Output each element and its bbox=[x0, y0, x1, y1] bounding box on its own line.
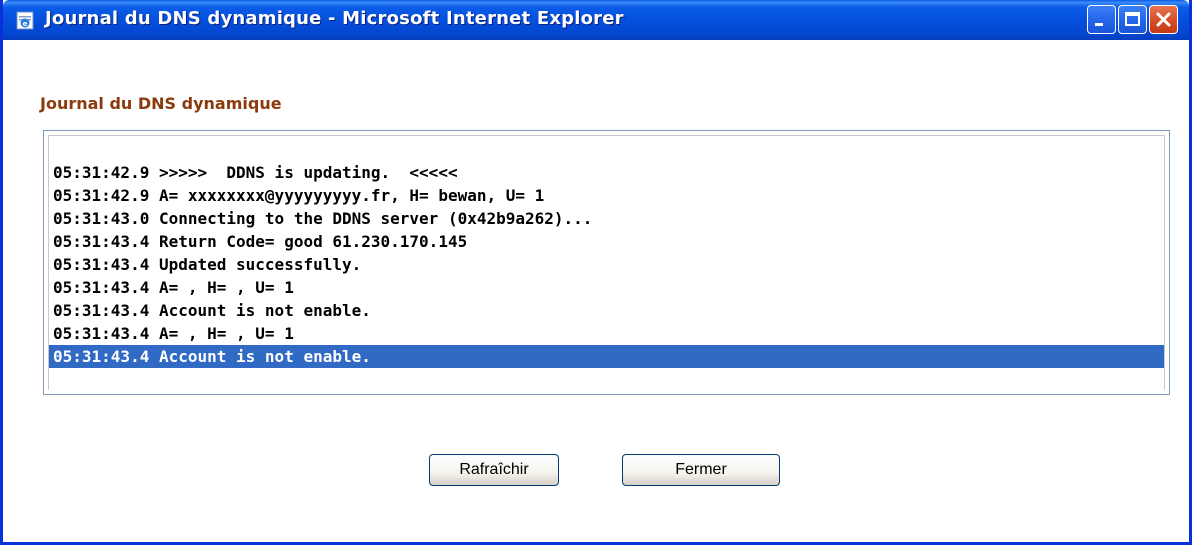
window-title: Journal du DNS dynamique - Microsoft Int… bbox=[45, 8, 624, 29]
ie-page-icon: e bbox=[14, 9, 36, 31]
refresh-button[interactable]: Rafraîchir bbox=[429, 454, 559, 486]
log-line[interactable]: 05:31:43.4 Account is not enable. bbox=[49, 345, 1164, 368]
log-list[interactable]: 05:31:42.9 >>>>> DDNS is updating. <<<<<… bbox=[49, 161, 1164, 368]
title-bar[interactable]: e Journal du DNS dynamique - Microsoft I… bbox=[3, 0, 1189, 40]
svg-text:e: e bbox=[23, 20, 28, 28]
browser-window: e Journal du DNS dynamique - Microsoft I… bbox=[0, 0, 1192, 545]
log-line[interactable]: 05:31:43.4 Return Code= good 61.230.170.… bbox=[49, 230, 1164, 253]
page-title: Journal du DNS dynamique bbox=[40, 94, 282, 113]
log-line[interactable]: 05:31:43.4 Account is not enable. bbox=[49, 299, 1164, 322]
log-line[interactable]: 05:31:43.0 Connecting to the DDNS server… bbox=[49, 207, 1164, 230]
log-line[interactable]: 05:31:43.4 Updated successfully. bbox=[49, 253, 1164, 276]
log-frame: 05:31:42.9 >>>>> DDNS is updating. <<<<<… bbox=[48, 135, 1165, 390]
log-line[interactable]: 05:31:42.9 >>>>> DDNS is updating. <<<<< bbox=[49, 161, 1164, 184]
log-line[interactable]: 05:31:43.4 A= , H= , U= 1 bbox=[49, 322, 1164, 345]
maximize-button[interactable] bbox=[1118, 5, 1147, 34]
log-line[interactable]: 05:31:43.4 A= , H= , U= 1 bbox=[49, 276, 1164, 299]
close-button[interactable]: Fermer bbox=[622, 454, 780, 486]
close-window-button[interactable] bbox=[1149, 5, 1178, 34]
log-line[interactable]: 05:31:42.9 A= xxxxxxxx@yyyyyyyyy.fr, H= … bbox=[49, 184, 1164, 207]
log-listbox[interactable]: 05:31:42.9 >>>>> DDNS is updating. <<<<<… bbox=[43, 130, 1170, 395]
minimize-button[interactable] bbox=[1087, 5, 1116, 34]
